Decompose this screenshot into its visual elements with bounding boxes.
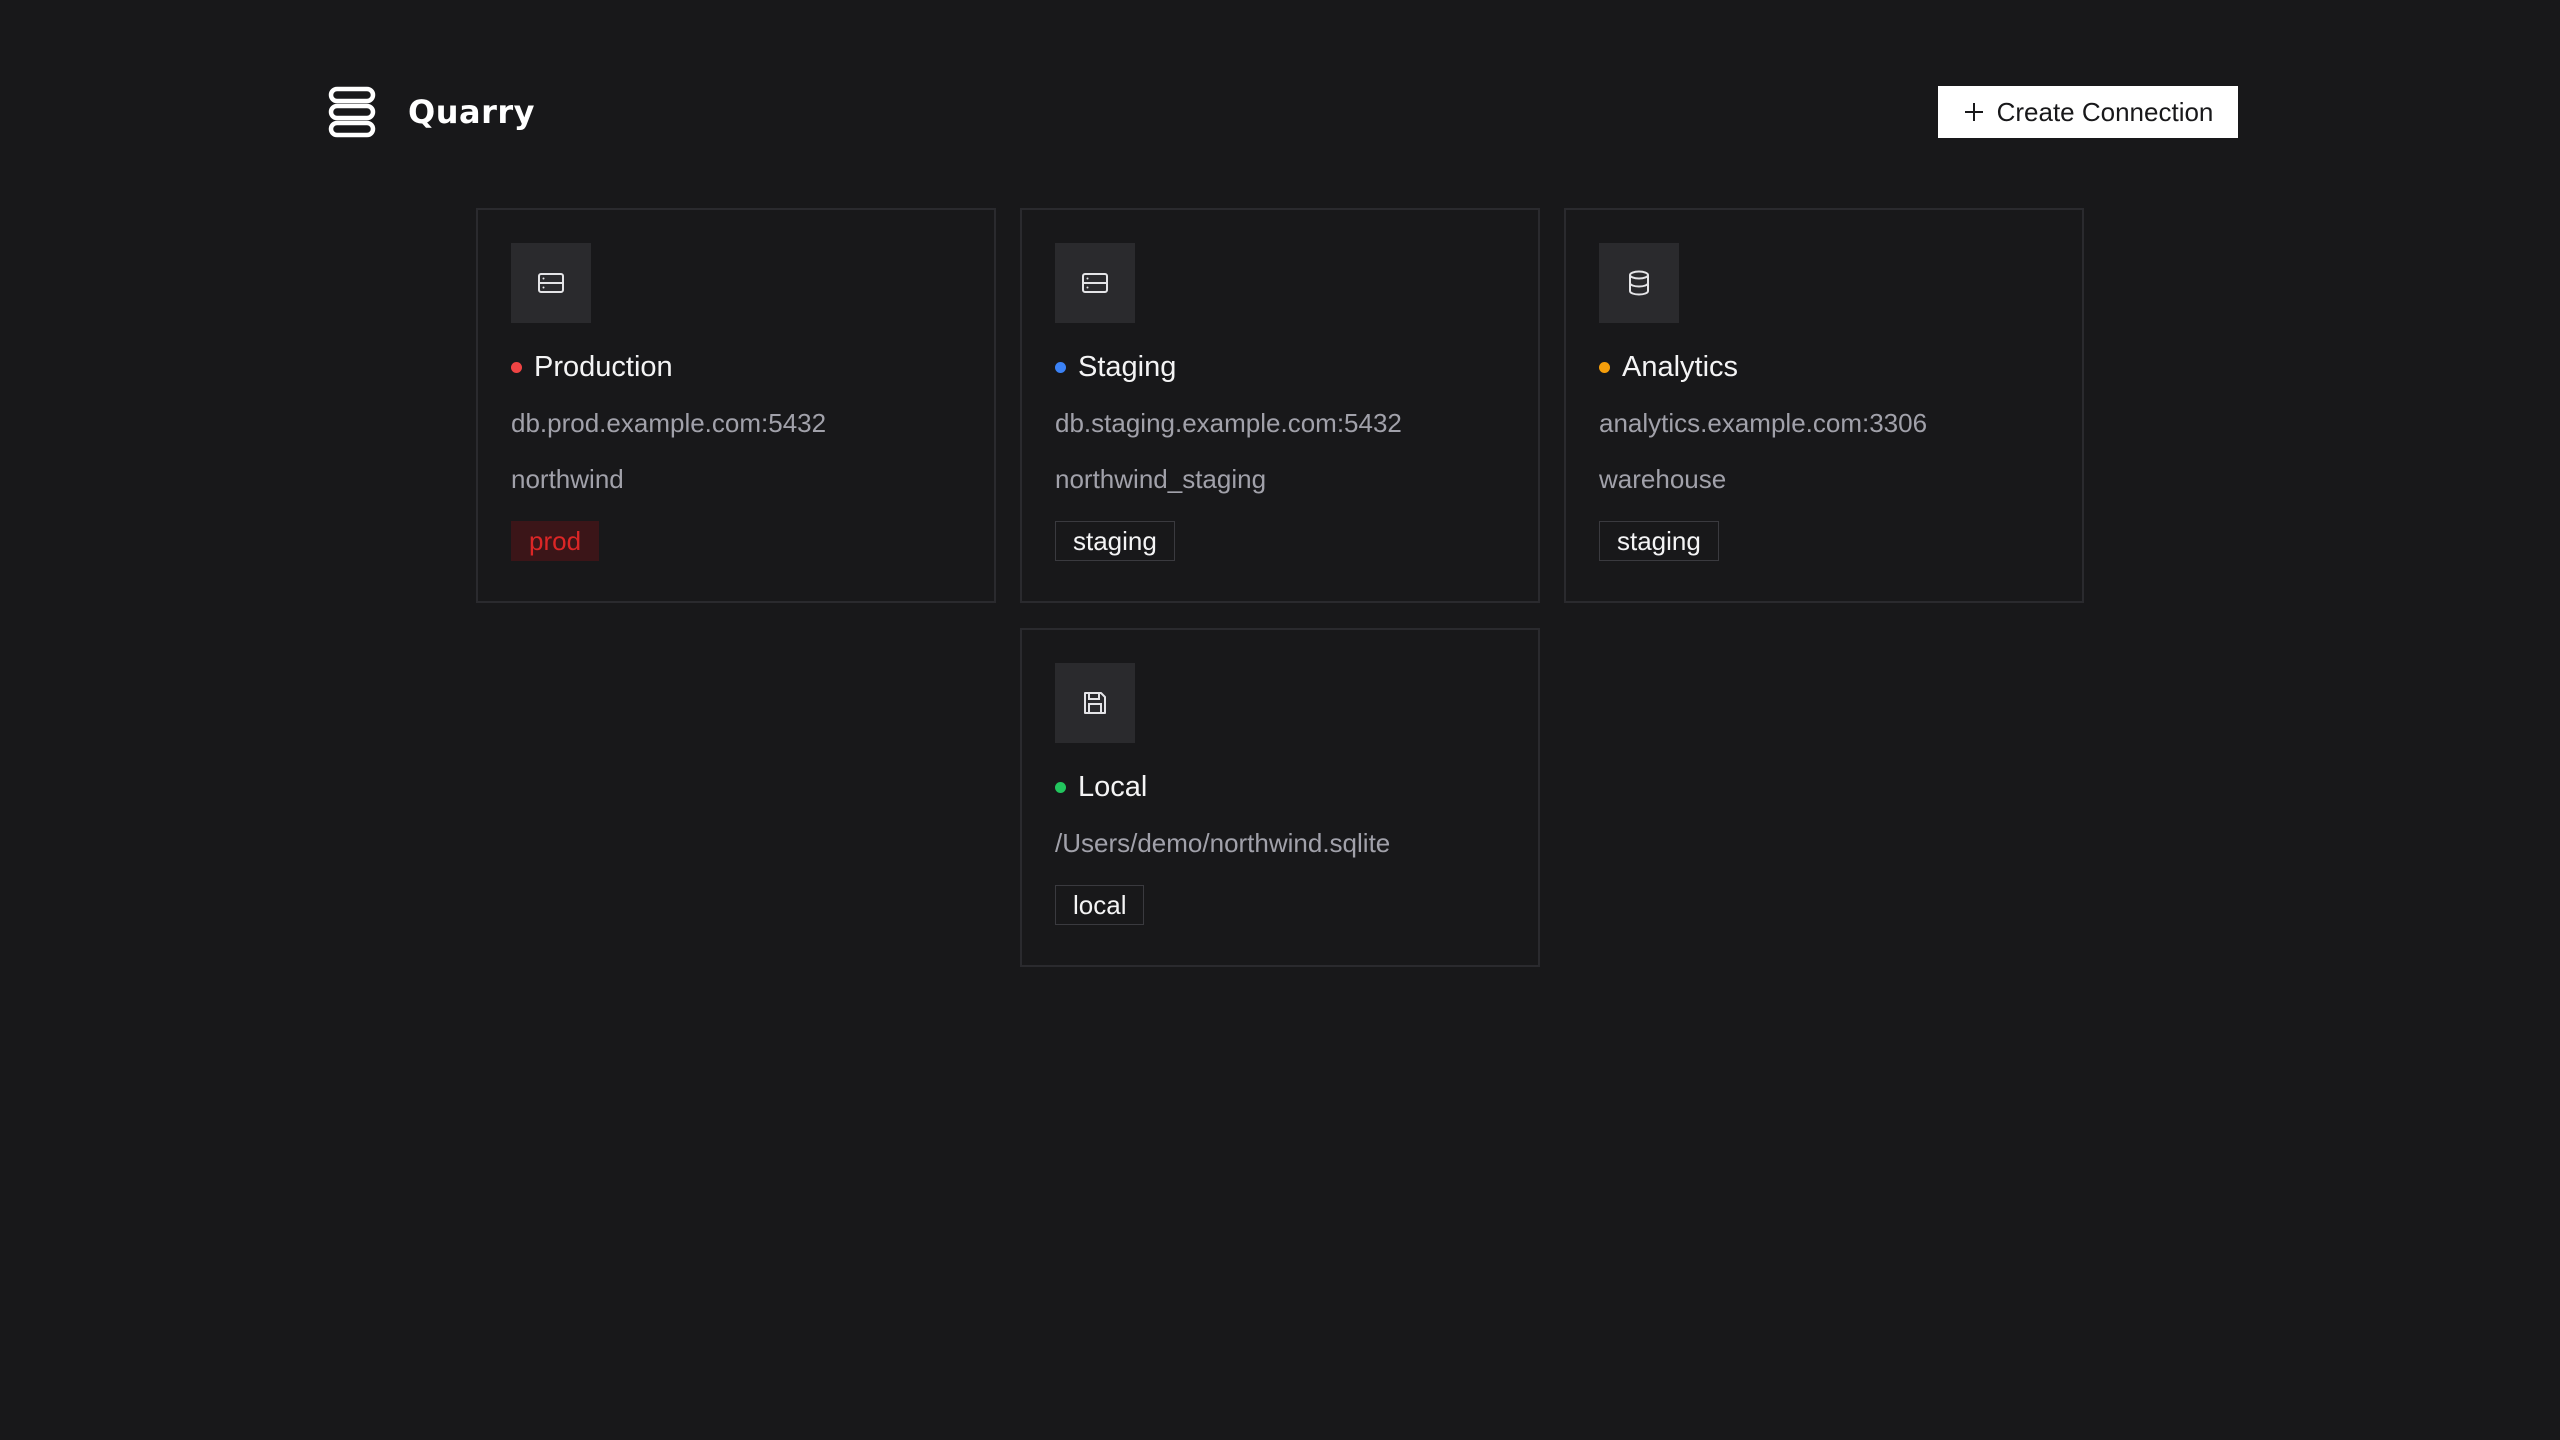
connection-host: db.prod.example.com:5432	[511, 408, 827, 438]
connection-name: Analytics	[1622, 350, 1739, 383]
connection-host: analytics.example.com:3306	[1599, 408, 1928, 438]
create-connection-label: Create Connection	[1996, 96, 2214, 127]
card-icon-box	[1055, 663, 1135, 743]
connection-card-local[interactable]: Local /Users/demo/northwind.sqlite local	[1020, 628, 1540, 967]
card-icon-box	[1055, 243, 1135, 323]
connection-database: northwind_staging	[1055, 464, 1267, 494]
status-dot	[1055, 361, 1066, 373]
connection-title: Staging	[1055, 349, 1505, 385]
create-connection-button[interactable]: Create Connection	[1938, 86, 2238, 138]
server-icon	[538, 273, 564, 293]
database-icon	[1629, 270, 1649, 296]
connection-database: northwind	[511, 464, 624, 494]
connection-name: Production	[534, 350, 673, 383]
card-icon-box	[511, 243, 591, 323]
connection-title: Analytics	[1599, 349, 2049, 385]
status-dot	[1055, 781, 1066, 793]
connection-path: /Users/demo/northwind.sqlite	[1055, 828, 1391, 858]
brand: Quarry	[326, 84, 535, 140]
app-title: Quarry	[408, 93, 535, 131]
connection-card-analytics[interactable]: Analytics analytics.example.com:3306 war…	[1564, 208, 2084, 603]
status-dot	[1599, 361, 1610, 373]
environment-tag: staging	[1599, 521, 1719, 561]
connection-host: db.staging.example.com:5432	[1055, 408, 1402, 438]
connections-page: Quarry Create Connection Production db.p…	[0, 0, 2560, 1440]
card-icon-box	[1599, 243, 1679, 323]
connection-title: Local	[1055, 769, 1505, 805]
status-dot	[511, 361, 522, 373]
database-stack-icon	[328, 86, 376, 138]
environment-tag: local	[1055, 885, 1145, 925]
plus-icon	[1964, 103, 1983, 121]
connection-name: Staging	[1078, 350, 1177, 383]
server-icon	[1082, 273, 1108, 293]
connection-title: Production	[511, 349, 961, 385]
floppy-disk-icon	[1084, 692, 1106, 714]
connection-card-staging[interactable]: Staging db.staging.example.com:5432 nort…	[1020, 208, 1540, 603]
connection-name: Local	[1078, 770, 1148, 803]
environment-tag: staging	[1055, 521, 1175, 561]
connection-database: warehouse	[1599, 464, 1727, 494]
environment-tag: prod	[511, 521, 600, 561]
connection-card-production[interactable]: Production db.prod.example.com:5432 nort…	[476, 208, 996, 603]
